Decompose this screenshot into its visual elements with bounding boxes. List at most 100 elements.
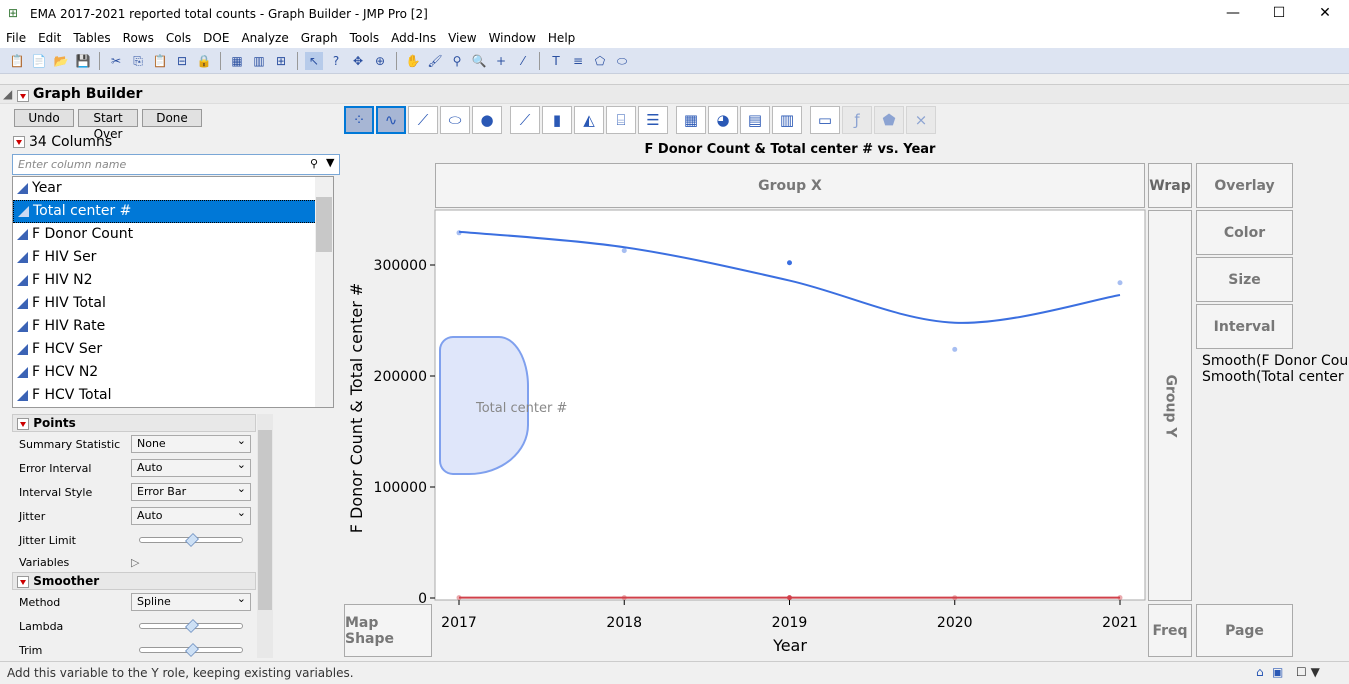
toolbar-icon-9[interactable]: ▦ — [228, 52, 246, 70]
toolbar-icon-19[interactable]: 🔍 — [470, 52, 488, 70]
property-select[interactable]: None — [131, 433, 251, 453]
element-type-icon-5[interactable]: ⟋ — [510, 106, 540, 134]
property-select[interactable]: Auto — [131, 505, 251, 525]
size-zone[interactable]: Size — [1196, 257, 1293, 302]
menu-view[interactable]: View — [442, 30, 482, 48]
start-over-button[interactable]: Start Over — [78, 109, 138, 141]
page-zone[interactable]: Page — [1196, 604, 1293, 657]
points-menu[interactable] — [17, 417, 29, 430]
search-dropdown[interactable]: ▼ — [326, 156, 334, 169]
column-item[interactable]: Total center # — [13, 200, 333, 223]
toolbar-icon-18[interactable]: ⚲ — [448, 52, 466, 70]
toolbar-icon-16[interactable]: ✋ — [404, 52, 422, 70]
properties-scrollbar[interactable] — [257, 414, 273, 658]
toolbar-icon-7[interactable]: ⊟ — [173, 52, 191, 70]
element-type-icon-9[interactable]: ☰ — [638, 106, 668, 134]
toolbar-icon-21[interactable]: ⁄ — [514, 52, 532, 70]
menu-help[interactable]: Help — [542, 30, 581, 48]
wrap-zone[interactable]: Wrap — [1148, 163, 1192, 208]
column-item[interactable]: F HIV Ser — [13, 246, 333, 269]
maximize-button[interactable]: ☐ — [1264, 5, 1294, 21]
column-list-scrollbar[interactable] — [315, 177, 333, 407]
column-item[interactable]: F HIV Rate — [13, 315, 333, 338]
minimize-button[interactable]: — — [1218, 5, 1248, 21]
element-type-icon-12[interactable]: ▤ — [740, 106, 770, 134]
overlay-zone[interactable]: Overlay — [1196, 163, 1293, 208]
column-item[interactable]: F HIV Total — [13, 292, 333, 315]
search-icon[interactable]: ⚲ — [310, 157, 318, 170]
toolbar-icon-6[interactable]: 📋 — [151, 52, 169, 70]
toolbar-icon-0[interactable]: 📋 — [8, 52, 26, 70]
window-list-icon[interactable]: ▣ — [1272, 665, 1283, 679]
element-type-icon-8[interactable]: ⌸ — [606, 106, 636, 134]
element-type-icon-16[interactable]: ⬟ — [874, 106, 904, 134]
element-type-icon-14[interactable]: ▭ — [810, 106, 840, 134]
element-type-icon-6[interactable]: ▮ — [542, 106, 572, 134]
toolbar-icon-3[interactable]: 💾 — [74, 52, 92, 70]
toolbar-icon-14[interactable]: ✥ — [349, 52, 367, 70]
toolbar-icon-5[interactable]: ⎘ — [129, 52, 147, 70]
method-select[interactable]: Spline — [131, 591, 251, 611]
red-triangle-menu[interactable] — [17, 89, 29, 102]
menu-rows[interactable]: Rows — [117, 30, 160, 48]
toolbar-icon-23[interactable]: ≡ — [569, 52, 587, 70]
done-button[interactable]: Done — [142, 109, 202, 127]
toolbar-icon-20[interactable]: + — [492, 52, 510, 70]
toolbar-icon-24[interactable]: ⬠ — [591, 52, 609, 70]
expand-icon[interactable]: ▷ — [131, 556, 139, 569]
toolbar-icon-12[interactable]: ↖ — [305, 51, 323, 70]
element-type-icon-2[interactable]: ⟋ — [408, 106, 438, 134]
element-type-icon-7[interactable]: ◭ — [574, 106, 604, 134]
column-item[interactable]: Year — [13, 177, 333, 200]
column-search-input[interactable]: Enter column name — [12, 154, 340, 175]
close-button[interactable]: ✕ — [1310, 5, 1340, 21]
column-item[interactable]: F HCV Ser — [13, 338, 333, 361]
menu-tables[interactable]: Tables — [67, 30, 116, 48]
trim-slider[interactable] — [139, 643, 243, 657]
toolbar-icon-10[interactable]: ▥ — [250, 52, 268, 70]
menu-add-ins[interactable]: Add-Ins — [385, 30, 442, 48]
toolbar-icon-15[interactable]: ⊕ — [371, 52, 389, 70]
toolbar-icon-2[interactable]: 📂 — [52, 52, 70, 70]
toolbar-icon-1[interactable]: 📄 — [30, 52, 48, 70]
property-select[interactable]: Auto — [131, 457, 251, 477]
element-type-icon-15[interactable]: ƒ — [842, 106, 872, 134]
menu-cols[interactable]: Cols — [160, 30, 197, 48]
toolbar-icon-4[interactable]: ✂ — [107, 52, 125, 70]
toolbar-icon-22[interactable]: T — [547, 52, 565, 70]
property-select[interactable]: Error Bar — [131, 481, 251, 501]
column-item[interactable]: F Donor Count — [13, 223, 333, 246]
undo-button[interactable]: Undo — [14, 109, 74, 127]
smoother-section[interactable]: Smoother — [12, 572, 256, 590]
toolbar-icon-11[interactable]: ⊞ — [272, 52, 290, 70]
element-type-icon-4[interactable]: ● — [472, 106, 502, 134]
element-type-icon-0[interactable]: ⁘ — [344, 106, 374, 134]
element-type-icon-10[interactable]: ▦ — [676, 106, 706, 134]
toolbar-icon-17[interactable]: 🖌 — [426, 52, 444, 70]
interval-zone[interactable]: Interval — [1196, 304, 1293, 349]
element-type-icon-3[interactable]: ⬭ — [440, 106, 470, 134]
menu-edit[interactable]: Edit — [32, 30, 67, 48]
home-icon[interactable]: ⌂ — [1256, 665, 1264, 679]
menu-doe[interactable]: DOE — [197, 30, 235, 48]
group-y-zone[interactable]: Group Y — [1148, 210, 1192, 601]
menu-tools[interactable]: Tools — [344, 30, 386, 48]
group-x-zone[interactable]: Group X — [435, 163, 1145, 208]
menu-window[interactable]: Window — [483, 30, 542, 48]
column-item[interactable]: F HCV N2 — [13, 361, 333, 384]
toolbar-icon-13[interactable]: ? — [327, 52, 345, 70]
column-item[interactable]: F HCV Total — [13, 384, 333, 407]
collapse-icon[interactable]: ◢ — [3, 87, 12, 101]
points-section[interactable]: Points — [12, 414, 256, 432]
element-type-icon-13[interactable]: ▥ — [772, 106, 802, 134]
menu-file[interactable]: File — [0, 30, 32, 48]
element-type-icon-1[interactable]: ∿ — [376, 106, 406, 134]
element-type-icon-11[interactable]: ◕ — [708, 106, 738, 134]
toolbar-icon-25[interactable]: ⬭ — [613, 52, 631, 70]
element-type-icon-17[interactable]: ⨯ — [906, 106, 936, 134]
menu-graph[interactable]: Graph — [295, 30, 344, 48]
color-zone[interactable]: Color — [1196, 210, 1293, 255]
smoother-menu[interactable] — [17, 575, 29, 588]
lambda-slider[interactable] — [139, 619, 243, 633]
columns-menu[interactable] — [13, 135, 25, 148]
